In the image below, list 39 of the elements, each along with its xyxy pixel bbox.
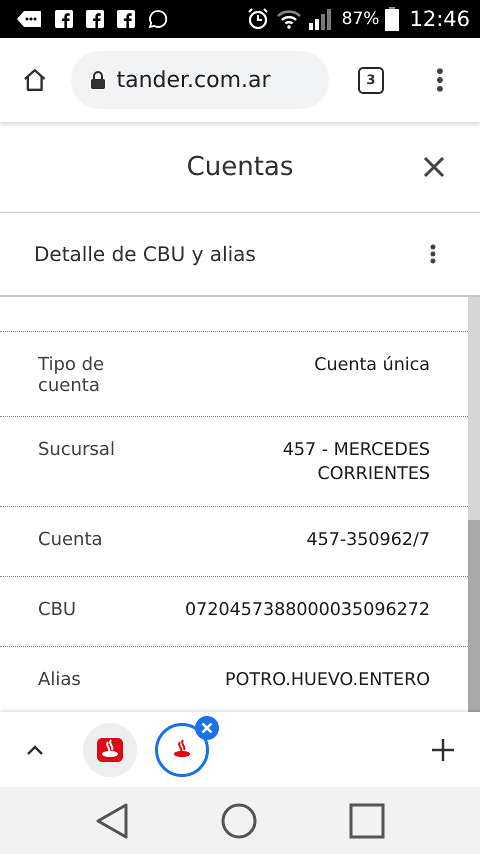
panel-title: Cuentas — [186, 152, 294, 182]
battery-icon — [385, 7, 400, 31]
close-tab-icon[interactable] — [195, 716, 219, 740]
plus-icon[interactable] — [432, 738, 454, 760]
flame-logo-icon — [97, 738, 123, 762]
facebook-icon — [55, 10, 73, 28]
chat-icon — [148, 9, 168, 29]
url-text: tander.com.ar — [116, 68, 271, 92]
back-icon[interactable] — [95, 802, 129, 838]
alarm-icon — [246, 7, 270, 31]
more-icon[interactable] — [436, 67, 444, 93]
recents-icon[interactable] — [349, 802, 385, 838]
clock-time: 12:46 — [409, 7, 470, 31]
field-label: Sucursal — [38, 438, 116, 460]
caret-icon[interactable] — [26, 744, 44, 756]
facebook-icon — [117, 10, 135, 28]
address-bar[interactable]: tander.com.ar — [71, 51, 329, 109]
battery-percent: 87% — [342, 9, 380, 29]
field-label: Cuenta — [38, 528, 104, 550]
wifi-icon — [276, 9, 302, 29]
home-icon[interactable] — [22, 67, 48, 93]
more-icon[interactable] — [430, 244, 436, 264]
field-label: Tipo de cuenta — [38, 353, 106, 396]
field-value: 457 - MERCEDES CORRIENTES — [282, 439, 430, 486]
field-value: 0720457388000035096272 — [184, 599, 430, 622]
browser-tab[interactable] — [155, 722, 209, 776]
lock-icon — [91, 71, 106, 89]
home-icon[interactable] — [221, 802, 257, 838]
notification-icon — [16, 10, 42, 28]
field-label: Alias — [38, 668, 82, 690]
facebook-icon — [86, 10, 104, 28]
scrollbar-thumb[interactable] — [468, 520, 480, 712]
field-value: POTRO.HUEVO.ENTERO — [224, 669, 430, 692]
field-value: 457-350962/7 — [305, 529, 430, 552]
close-icon[interactable] — [423, 156, 445, 178]
field-label: CBU — [38, 598, 78, 620]
field-value: Cuenta única — [313, 354, 430, 377]
section-title: Detalle de CBU y alias — [34, 242, 256, 266]
tab-count-button[interactable]: 3 — [358, 66, 384, 94]
